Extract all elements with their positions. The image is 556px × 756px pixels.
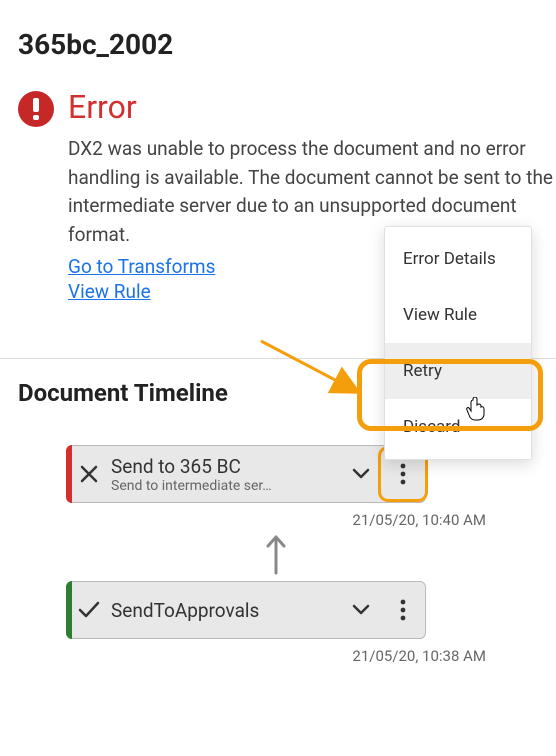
context-menu: Error Details View Rule Retry Discard xyxy=(384,226,532,460)
check-icon xyxy=(67,601,111,619)
menu-item-discard[interactable]: Discard xyxy=(385,399,531,455)
card-title: SendToApprovals xyxy=(111,599,341,622)
menu-item-view-rule[interactable]: View Rule xyxy=(385,287,531,343)
card-title: Send to 365 BC xyxy=(111,455,341,478)
document-id: 365bc_2002 xyxy=(18,28,556,61)
menu-item-retry[interactable]: Retry xyxy=(385,343,531,399)
card-subtitle: Send to intermediate ser… xyxy=(111,478,301,494)
chevron-down-icon[interactable] xyxy=(341,604,381,616)
status-stripe xyxy=(66,445,72,503)
arrow-up-icon xyxy=(66,533,486,575)
view-rule-link[interactable]: View Rule xyxy=(68,280,151,303)
kebab-menu-button[interactable] xyxy=(381,463,425,485)
timestamp: 21/05/20, 10:40 AM xyxy=(66,511,486,529)
error-heading: Error xyxy=(68,91,556,123)
status-stripe xyxy=(66,581,72,639)
error-icon xyxy=(18,91,54,127)
chevron-down-icon[interactable] xyxy=(341,468,381,480)
timeline-card-error[interactable]: Send to 365 BC Send to intermediate ser… xyxy=(66,445,426,503)
kebab-menu-button[interactable] xyxy=(381,599,425,621)
menu-item-error-details[interactable]: Error Details xyxy=(385,231,531,287)
timeline-card-success[interactable]: SendToApprovals xyxy=(66,581,426,639)
transforms-link[interactable]: Go to Transforms xyxy=(68,255,215,278)
close-icon xyxy=(67,464,111,484)
timestamp: 21/05/20, 10:38 AM xyxy=(66,647,486,665)
